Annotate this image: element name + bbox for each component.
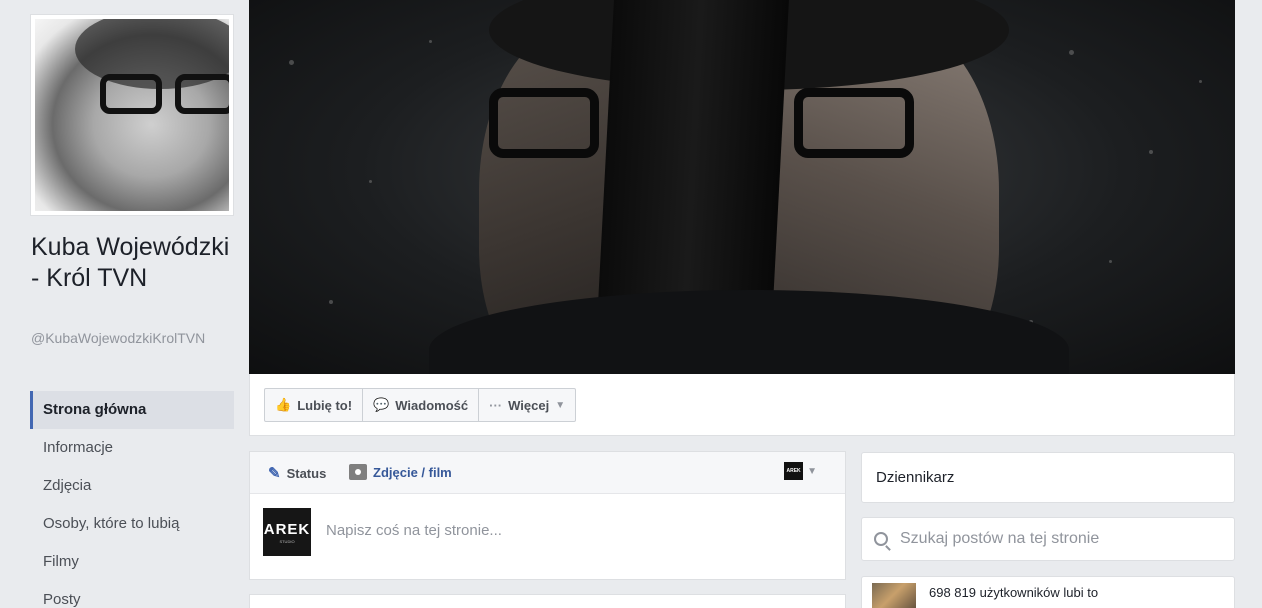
profile-photo bbox=[35, 19, 229, 211]
avatar-text: AREK bbox=[263, 520, 311, 538]
nav-item-about[interactable]: Informacje bbox=[30, 429, 234, 467]
action-buttons: 👍 Lubię to! 💬 Wiadomość ··· Więcej ▼ bbox=[264, 388, 577, 422]
message-button[interactable]: 💬 Wiadomość bbox=[363, 389, 480, 421]
nav-item-likes[interactable]: Osoby, które to lubią bbox=[30, 505, 234, 543]
search-icon bbox=[874, 532, 888, 546]
messenger-icon: 💬 bbox=[373, 397, 390, 412]
more-label: Więcej bbox=[508, 397, 550, 413]
post-composer: ✎ Status Zdjęcie / film AREK ▼ AREK STUD… bbox=[249, 451, 846, 580]
like-button[interactable]: 👍 Lubię to! bbox=[265, 389, 364, 421]
page-handle[interactable]: @KubaWojewodzkiKrolTVN bbox=[31, 329, 231, 347]
composer-tabs: ✎ Status Zdjęcie / film AREK ▼ bbox=[250, 452, 845, 494]
caret-down-icon: ▼ bbox=[807, 465, 817, 477]
tab-photo-video[interactable]: Zdjęcie / film bbox=[349, 464, 452, 480]
page-voice-selector[interactable]: AREK ▼ bbox=[784, 462, 817, 480]
message-label: Wiadomość bbox=[395, 397, 469, 413]
avatar-subtext: STUDIO bbox=[279, 538, 295, 544]
nav-item-videos[interactable]: Filmy bbox=[30, 543, 234, 581]
ellipsis-icon: ··· bbox=[489, 397, 503, 413]
nav-item-photos[interactable]: Zdjęcia bbox=[30, 467, 234, 505]
likes-card: 698 819 użytkowników lubi to bbox=[861, 576, 1235, 608]
profile-picture[interactable] bbox=[30, 14, 234, 216]
composer-body: AREK STUDIO Napisz coś na tej stronie... bbox=[250, 494, 845, 580]
page-logo-icon: AREK bbox=[784, 462, 804, 480]
page-title: Kuba Wojewódzki - Król TVN bbox=[31, 233, 230, 292]
tab-photo-label: Zdjęcie / film bbox=[373, 464, 452, 480]
tab-status[interactable]: ✎ Status bbox=[268, 464, 326, 482]
nav-item-posts[interactable]: Posty bbox=[30, 581, 234, 608]
nav-item-home[interactable]: Strona główna bbox=[30, 391, 234, 429]
camera-icon bbox=[349, 464, 367, 480]
thumbs-up-icon: 👍 bbox=[275, 397, 292, 412]
tab-status-label: Status bbox=[286, 465, 327, 481]
feed-card bbox=[249, 594, 846, 608]
composer-input[interactable]: Napisz coś na tej stronie... bbox=[326, 522, 502, 539]
more-button[interactable]: ··· Więcej ▼ bbox=[479, 389, 575, 421]
cover-photo[interactable] bbox=[249, 0, 1235, 374]
avatar: AREK STUDIO bbox=[263, 508, 311, 556]
likes-count[interactable]: 698 819 użytkowników lubi to bbox=[929, 585, 1098, 600]
pencil-icon: ✎ bbox=[268, 465, 281, 482]
search-placeholder: Szukaj postów na tej stronie bbox=[900, 530, 1100, 547]
page-category: Dziennikarz bbox=[861, 452, 1235, 503]
caret-down-icon: ▼ bbox=[555, 399, 566, 411]
action-bar: 👍 Lubię to! 💬 Wiadomość ··· Więcej ▼ bbox=[249, 374, 1235, 436]
page-nav: Strona główna Informacje Zdjęcia Osoby, … bbox=[30, 391, 234, 608]
like-label: Lubię to! bbox=[297, 397, 353, 413]
likes-thumbnail bbox=[872, 583, 916, 608]
search-posts-input[interactable]: Szukaj postów na tej stronie bbox=[861, 517, 1235, 561]
